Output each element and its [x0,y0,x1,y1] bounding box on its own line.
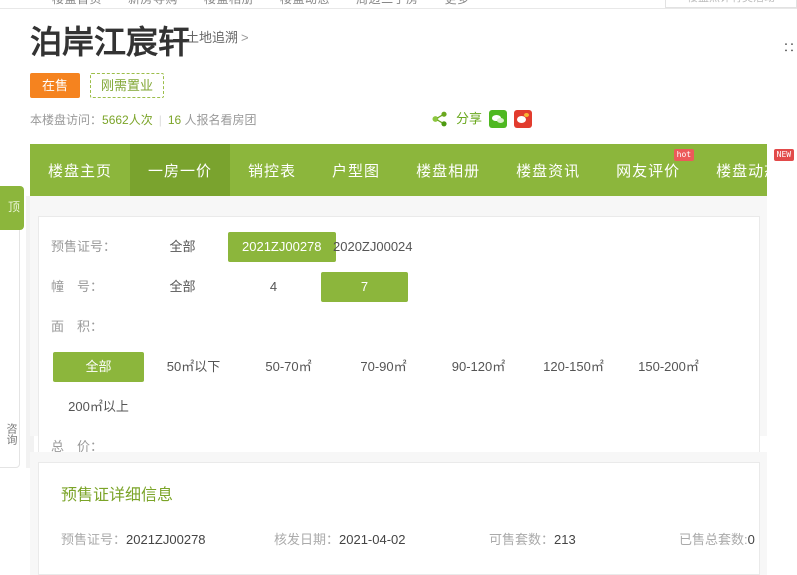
global-nav-item-0[interactable]: 楼盘首页 [52,0,102,6]
detail-card-items: 预售证号：2021ZJ00278 核发日期：2021-04-02 可售套数：21… [39,529,759,548]
tab-reviews[interactable]: 网友评价 hot [598,144,698,196]
tab-news-label: 楼盘资讯 [516,162,581,180]
wechat-icon[interactable] [489,110,508,128]
tab-sales-control[interactable]: 销控表 [230,144,314,196]
detail-item-available-units: 可售套数：213 [489,529,679,548]
tab-reviews-hot-badge: hot [673,149,695,161]
status-badge-group: 在售 刚需置业 [30,73,165,98]
filter-option-building-7[interactable]: 7 [319,267,410,307]
filter-option-area-50-70[interactable]: 50-70㎡ [241,347,336,387]
tab-price-list[interactable]: 一房一价 [130,144,231,196]
tab-updates[interactable]: 楼盘动态 NEW [698,144,797,196]
filter-options-presale-certificate[interactable]: 全部 2021ZJ00278 2020ZJ00024 [137,227,759,267]
filter-option-building-all[interactable]: 全部 [137,267,228,307]
tab-updates-new-badge: NEW [773,149,795,161]
filter-option-presale-2020zj00024[interactable]: 2020ZJ00024 [319,227,413,267]
filter-label-building-number: 幢 号： [51,279,104,294]
land-trace-arrow-icon: > [241,30,249,45]
filter-label-area: 面 积： [51,319,104,334]
project-tabs[interactable]: 楼盘主页 一房一价 销控表 户型图 楼盘相册 楼盘资讯 网友评价 hot 楼盘动… [30,144,795,196]
detail-item-sold-units: 已售总套数:0 [679,529,755,548]
filter-option-area-150-200[interactable]: 150-200㎡ [621,347,716,387]
visit-separator: | [158,113,162,127]
weibo-icon[interactable] [514,110,533,128]
tab-home-label: 楼盘主页 [48,162,113,180]
detail-value-available-units: 213 [554,532,576,547]
filter-option-building-4[interactable]: 4 [228,267,319,307]
tab-home[interactable]: 楼盘主页 [30,144,130,196]
share-group[interactable]: 分享 [432,110,533,128]
detail-label-sold-units: 已售总套数: [679,532,748,547]
status-badge-on-sale: 在售 [30,73,81,98]
left-float-panel-label: 咨询 [5,423,17,445]
visit-stats: 本楼盘访问：5662人次 | 16 人报名看房团 [30,112,257,128]
detail-label-certificate-number: 预售证号： [61,532,127,547]
filter-option-presale-2021zj00278[interactable]: 2021ZJ00278 [228,227,336,267]
page-root: 楼盘首页 新房导购 楼盘相册 楼盘动态 周边二手房 更多 楼盘点评有奖活动 咨询… [0,0,797,575]
project-title: 泊岸江宸轩 [30,24,191,60]
signup-suffix-label: 人报名看房团 [184,113,257,127]
detail-value-certificate-number: 2021ZJ00278 [126,532,206,547]
tab-floorplan[interactable]: 户型图 [314,144,398,196]
filter-option-presale-all[interactable]: 全部 [137,227,228,267]
detail-value-sold-units: 0 [747,532,755,547]
filter-option-area-over-200[interactable]: 200㎡以上 [51,387,146,427]
filter-options-area[interactable]: 全部 50㎡以下 50-70㎡ 70-90㎡ 90-120㎡ 120-150㎡ … [51,347,759,427]
back-to-top-label: 顶 [7,200,20,214]
detail-item-certificate-number: 预售证号：2021ZJ00278 [61,529,274,548]
global-nav-item-2[interactable]: 楼盘相册 [204,0,254,6]
global-nav-divider [0,8,797,9]
filter-option-area-120-150[interactable]: 120-150㎡ [526,347,621,387]
visit-count: 5662人次 [102,113,153,127]
right-edge-cut-text: ：： [783,40,797,54]
share-label[interactable]: 分享 [456,111,482,127]
left-float-panel[interactable]: 咨询 [0,196,20,468]
page-title: 泊岸江宸轩 土地追溯 > [30,22,249,62]
tab-price-list-label: 一房一价 [148,162,213,180]
visit-prefix-label: 本楼盘访问： [30,113,103,127]
promo-card[interactable]: 楼盘点评有奖活动 [665,0,797,8]
filter-row-area: 面 积： 全部 50㎡以下 50-70㎡ 70-90㎡ 90-120㎡ 120-… [39,307,759,427]
tab-news[interactable]: 楼盘资讯 [498,144,598,196]
detail-label-available-units: 可售套数： [489,532,555,547]
status-badge-first-home: 刚需置业 [90,73,165,98]
filter-option-area-under-50[interactable]: 50㎡以下 [146,347,241,387]
tab-photos[interactable]: 楼盘相册 [398,144,498,196]
detail-label-issue-date: 核发日期： [274,532,340,547]
tab-updates-label: 楼盘动态 [716,162,781,180]
filter-label-presale-certificate: 预售证号： [51,239,117,254]
filter-options-building-number[interactable]: 全部 4 7 [137,267,759,307]
filter-option-area-all[interactable]: 全部 [51,347,146,387]
tab-reviews-label: 网友评价 [616,162,681,180]
land-trace-label: 土地追溯 [186,30,239,45]
global-nav-item-5[interactable]: 更多 [445,0,470,6]
back-to-top-button[interactable]: 顶 [0,186,24,230]
filter-option-area-90-120[interactable]: 90-120㎡ [431,347,526,387]
filter-row-presale-certificate: 预售证号： 全部 2021ZJ00278 2020ZJ00024 [39,227,759,267]
detail-value-issue-date: 2021-04-02 [339,532,406,547]
tab-photos-label: 楼盘相册 [416,162,481,180]
tab-floorplan-label: 户型图 [332,162,381,180]
global-nav-item-1[interactable]: 新房导购 [128,0,178,6]
filter-option-area-70-90[interactable]: 70-90㎡ [336,347,431,387]
signup-count: 16 [167,113,182,127]
land-trace-link[interactable]: 土地追溯 > [186,27,249,46]
global-nav-item-3[interactable]: 楼盘动态 [280,0,330,6]
detail-item-issue-date: 核发日期：2021-04-02 [274,529,489,548]
presale-detail-card: 预售证详细信息 预售证号：2021ZJ00278 核发日期：2021-04-02… [38,462,760,575]
detail-card-title: 预售证详细信息 [61,487,174,504]
filter-row-building-number: 幢 号： 全部 4 7 [39,267,759,307]
tab-sales-control-label: 销控表 [248,162,297,180]
share-icon[interactable] [432,111,448,127]
global-nav-item-4[interactable]: 周边二手房 [356,0,419,6]
